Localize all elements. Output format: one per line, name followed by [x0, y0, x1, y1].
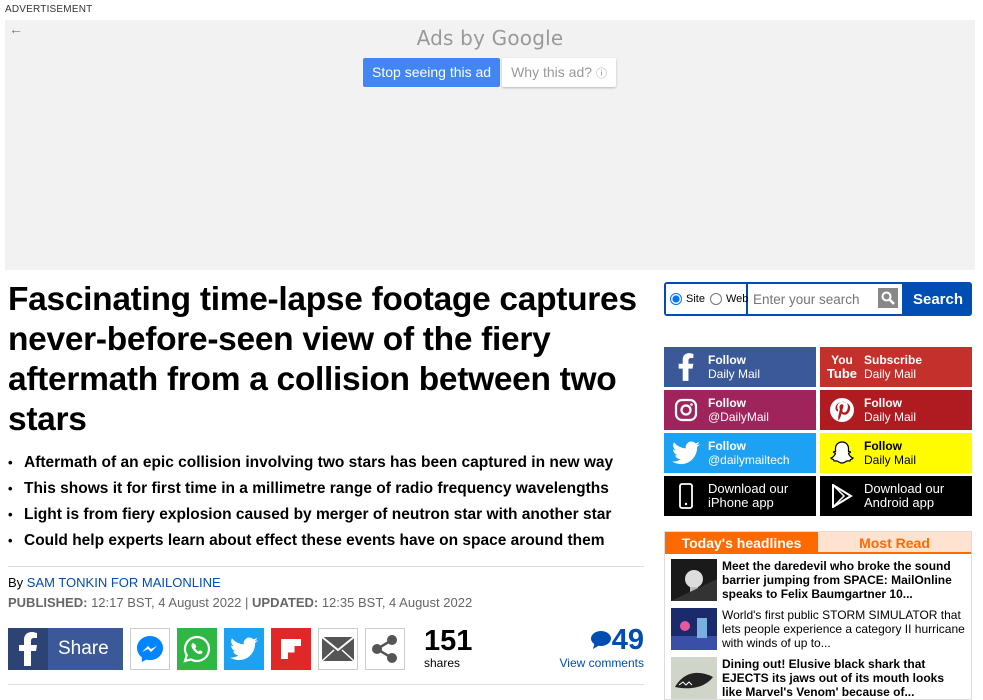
speech-bubble-icon — [590, 631, 611, 649]
whatsapp-share-button[interactable] — [177, 628, 217, 670]
share-bar: Share — [8, 628, 405, 670]
magnifier-icon — [878, 288, 898, 308]
facebook-icon — [664, 347, 708, 387]
facebook-share-button[interactable]: Share — [8, 628, 123, 670]
twitter-icon — [230, 637, 258, 661]
published-label: PUBLISHED: — [8, 595, 88, 610]
flipboard-icon — [281, 639, 301, 659]
headlines-tabs: Today's headlines Most Read — [665, 532, 971, 554]
why-this-ad-button[interactable]: Why this ad? ⓘ — [502, 58, 617, 87]
follow-instagram-button[interactable]: Follow @DailyMail — [664, 390, 816, 430]
pinterest-icon — [820, 390, 864, 430]
facebook-icon — [8, 628, 48, 670]
youtube-icon: You Tube — [826, 352, 858, 381]
published-value: 12:17 BST, 4 August 2022 | — [87, 595, 253, 610]
twitter-icon — [664, 433, 708, 473]
headline-item[interactable]: Dining out! Elusive black shark that EJE… — [665, 652, 971, 700]
updated-label: UPDATED: — [252, 595, 319, 610]
headline-thumbnail — [671, 657, 717, 699]
headline-text: Meet the daredevil who broke the sound b… — [722, 559, 952, 601]
flipboard-share-button[interactable] — [271, 628, 311, 670]
author-link[interactable]: SAM TONKIN FOR MAILONLINE — [27, 575, 221, 590]
comments-count: 49 — [554, 624, 644, 656]
iphone-icon — [664, 476, 708, 516]
ads-by-google-label: Ads by Google — [416, 26, 564, 50]
summary-bullet: This shows it for first time in a millim… — [8, 476, 648, 502]
twitter-share-button[interactable] — [224, 628, 264, 670]
article-summary-bullets: Aftermath of an epic collision involving… — [8, 450, 648, 554]
tab-todays-headlines[interactable]: Today's headlines — [665, 532, 818, 552]
messenger-share-button[interactable] — [130, 628, 170, 670]
summary-bullet: Aftermath of an epic collision involving… — [8, 450, 648, 476]
download-iphone-app-button[interactable]: Download our iPhone app — [664, 476, 816, 516]
info-icon: ⓘ — [596, 68, 608, 80]
summary-bullet: Could help experts learn about effect th… — [8, 528, 648, 554]
comments-link[interactable]: 49 View comments — [554, 624, 644, 670]
follow-snapchat-button[interactable]: Follow Daily Mail — [820, 433, 972, 473]
headline-thumbnail — [671, 559, 717, 601]
article-headline: Fascinating time-lapse footage captures … — [8, 281, 637, 438]
share-count: 151 shares — [424, 626, 472, 670]
headline-text: Dining out! Elusive black shark that EJE… — [722, 657, 945, 699]
instagram-icon — [664, 390, 708, 430]
more-share-button[interactable] — [365, 628, 405, 670]
download-android-app-button[interactable]: Download our Android app — [820, 476, 972, 516]
headline-item[interactable]: Meet the daredevil who broke the sound b… — [665, 554, 971, 603]
headline-thumbnail — [671, 608, 717, 650]
tab-most-read[interactable]: Most Read — [818, 532, 971, 552]
stop-seeing-ad-button[interactable]: Stop seeing this ad — [363, 58, 501, 87]
subscribe-youtube-button[interactable]: You Tube Subscribe Daily Mail — [820, 347, 972, 387]
view-comments-label: View comments — [559, 656, 644, 670]
divider — [8, 566, 644, 567]
follow-twitter-button[interactable]: Follow @dailymailtech — [664, 433, 816, 473]
share-count-label: shares — [424, 656, 461, 670]
follow-links: Follow Daily Mail You Tube Subscribe Daily … — [664, 347, 972, 516]
email-icon — [321, 636, 355, 662]
follow-pinterest-button[interactable]: Follow Daily Mail — [820, 390, 972, 430]
ad-container: ← Ads by Google Stop seeing this ad Why … — [5, 20, 975, 270]
headline-item[interactable]: World's first public STORM SIMULATOR tha… — [665, 603, 971, 652]
email-share-button[interactable] — [318, 628, 358, 670]
share-count-number: 151 — [424, 625, 473, 657]
web-radio-label: Web — [725, 293, 749, 305]
advertisement-label: ADVERTISEMENT — [5, 4, 93, 15]
search-scope: Site Web — [666, 284, 749, 314]
facebook-share-label: Share — [58, 638, 109, 659]
headlines-widget: Today's headlines Most Read Meet the dar… — [664, 531, 972, 700]
headline-text: World's first public STORM SIMULATOR tha… — [722, 608, 965, 650]
share-icon — [372, 635, 397, 663]
summary-bullet: Light is from fiery explosion caused by … — [8, 502, 648, 528]
android-play-icon — [820, 476, 864, 516]
site-search: Site Web Search — [664, 282, 972, 316]
site-radio[interactable] — [670, 293, 682, 305]
snapchat-icon — [820, 433, 864, 473]
publish-dates: PUBLISHED: 12:17 BST, 4 August 2022 | UP… — [8, 595, 472, 610]
messenger-icon — [137, 636, 163, 662]
divider — [8, 684, 644, 685]
whatsapp-icon — [183, 635, 211, 663]
web-radio[interactable] — [709, 293, 722, 305]
updated-value: 12:35 BST, 4 August 2022 — [318, 595, 473, 610]
ad-feedback-buttons: Stop seeing this ad Why this ad? ⓘ — [363, 58, 617, 87]
follow-facebook-button[interactable]: Follow Daily Mail — [664, 347, 816, 387]
byline: By SAM TONKIN FOR MAILONLINE — [8, 575, 221, 590]
site-radio-label: Site — [686, 293, 705, 305]
search-button[interactable]: Search — [904, 282, 972, 316]
